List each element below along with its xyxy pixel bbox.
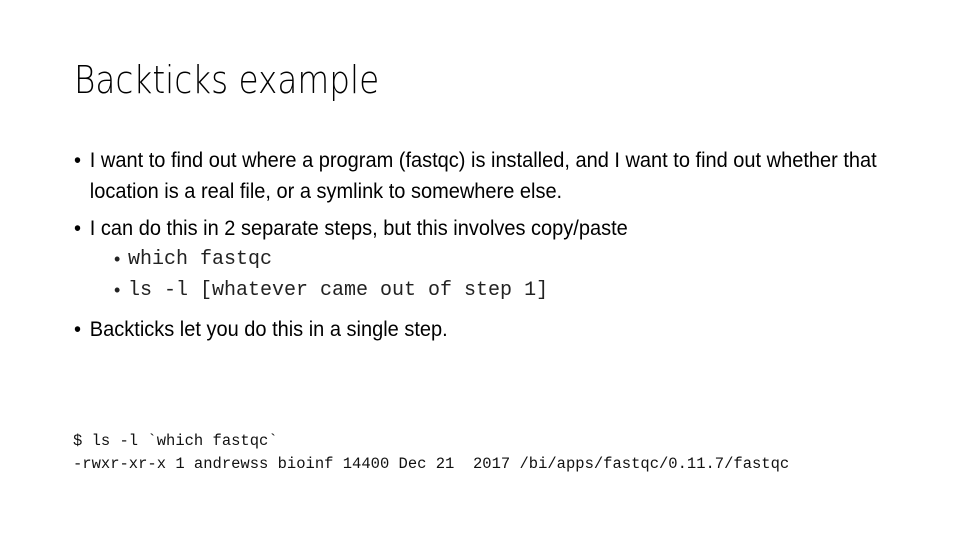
sub-bullet-which: • which fastqc	[74, 244, 904, 275]
terminal-example: $ ls -l `which fastqc` -rwxr-xr-x 1 andre…	[73, 430, 789, 476]
bullet-icon: •	[74, 317, 82, 341]
terminal-command-line: $ ls -l `which fastqc`	[73, 432, 278, 450]
sub-bullet-ls: • ls -l [whatever came out of step 1]	[74, 275, 904, 306]
bullet-icon: •	[74, 216, 82, 240]
bullet-text: I can do this in 2 separate steps, but t…	[89, 216, 628, 240]
sub-bullet-container: • which fastqc • ls -l [whatever came ou…	[74, 244, 904, 306]
bullet-item-backticks: • Backticks let you do this in a single …	[74, 314, 918, 345]
sub-bullet-list: • which fastqc • ls -l [whatever came ou…	[74, 244, 904, 306]
bullet-item-two-steps: • I can do this in 2 separate steps, but…	[74, 213, 918, 244]
sub-bullet-text: which fastqc	[128, 248, 273, 271]
bullet-text: Backticks let you do this in a single st…	[89, 317, 448, 341]
bullet-icon: •	[114, 249, 121, 269]
bullet-item-find-program: • I want to find out where a program (fa…	[74, 145, 918, 207]
terminal-output-line: -rwxr-xr-x 1 andrewss bioinf 14400 Dec 2…	[73, 455, 790, 473]
bullet-list: • I want to find out where a program (fa…	[74, 145, 904, 351]
bullet-icon: •	[74, 148, 82, 172]
bullet-text: I want to find out where a program (fast…	[89, 148, 877, 203]
slide-title: Backticks example	[74, 58, 380, 102]
bullet-icon: •	[114, 280, 121, 300]
sub-bullet-text: ls -l [whatever came out of step 1]	[128, 279, 549, 302]
